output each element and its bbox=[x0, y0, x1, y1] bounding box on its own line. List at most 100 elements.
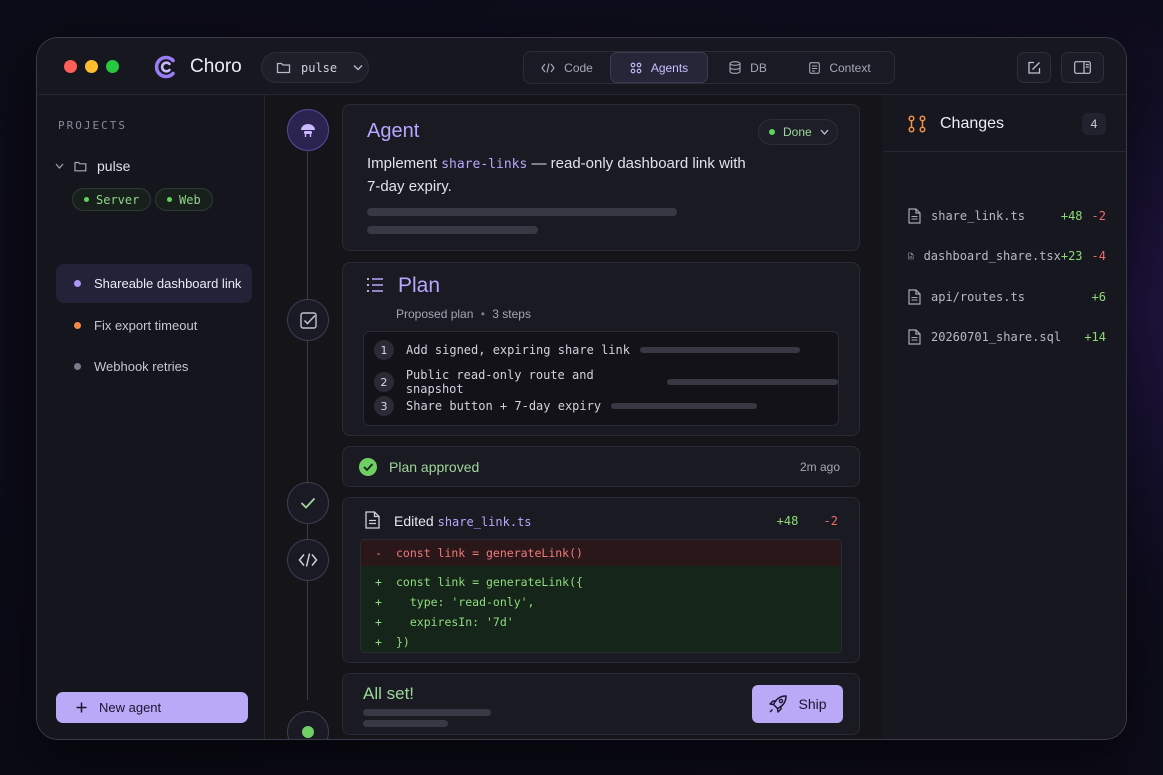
approved-time: 2m ago bbox=[799, 460, 840, 474]
sidebar-item-webhook-retries[interactable]: Webhook retries bbox=[56, 347, 252, 386]
minimize-window-button[interactable] bbox=[85, 60, 98, 73]
database-icon bbox=[729, 61, 741, 74]
status-dot bbox=[74, 363, 81, 370]
projects-heading: PROJECTS bbox=[58, 119, 127, 132]
done-dot bbox=[302, 726, 314, 738]
timeline-node-approved bbox=[287, 482, 329, 524]
status-dot bbox=[769, 129, 775, 135]
status-dot bbox=[167, 197, 172, 202]
tab-db[interactable]: DB bbox=[708, 52, 788, 83]
approved-text: Plan approved bbox=[389, 458, 480, 475]
check-circle-icon bbox=[359, 457, 377, 476]
timeline-node-plan bbox=[287, 299, 329, 341]
project-tree-item[interactable]: pulse bbox=[55, 158, 130, 174]
diff-code: type: 'read-only', bbox=[396, 595, 535, 609]
plan-step: 1 Add signed, expiring share link bbox=[374, 340, 800, 360]
file-icon bbox=[365, 511, 380, 529]
loading-bar bbox=[367, 226, 538, 234]
loading-bar bbox=[363, 720, 448, 727]
loading-bar bbox=[363, 709, 491, 716]
sidebar: PROJECTS pulse Server Web Shareable dash… bbox=[37, 95, 265, 739]
diff-line-added: + const link = generateLink({ bbox=[361, 572, 841, 592]
edit-icon bbox=[1028, 61, 1041, 74]
ship-button[interactable]: Ship bbox=[752, 685, 843, 723]
plan-subtitle-text: Proposed plan bbox=[396, 307, 474, 321]
diff-code: const link = generateLink({ bbox=[396, 575, 583, 589]
changed-file-item[interactable]: share_link.ts +48 -2 bbox=[908, 208, 1106, 224]
status-dot bbox=[74, 280, 81, 287]
timeline-node-agent bbox=[287, 109, 329, 151]
file-lines-added: +23 bbox=[1060, 249, 1083, 263]
status-dropdown[interactable]: Done bbox=[758, 119, 838, 145]
toggle-panel-button[interactable] bbox=[1061, 52, 1104, 83]
step-number: 1 bbox=[374, 340, 394, 360]
file-name: dashboard_share.tsx bbox=[923, 249, 1061, 263]
code-diff: - const link = generateLink() + const lin… bbox=[360, 539, 842, 653]
check-icon bbox=[300, 497, 316, 509]
loading-bar bbox=[367, 208, 677, 216]
status-dot bbox=[74, 322, 81, 329]
agent-card: Agent Done Implement share-links — read-… bbox=[342, 104, 860, 251]
file-icon bbox=[908, 208, 921, 224]
tab-db-label: DB bbox=[750, 60, 767, 75]
agents-icon bbox=[630, 62, 642, 73]
diff-added-block: + const link = generateLink({ + type: 're… bbox=[361, 566, 841, 652]
diff-line-removed: - const link = generateLink() bbox=[361, 540, 841, 566]
close-window-button[interactable] bbox=[64, 60, 77, 73]
diff-sign: + bbox=[375, 575, 382, 589]
project-name: pulse bbox=[97, 158, 131, 174]
compose-button[interactable] bbox=[1017, 52, 1051, 83]
file-lines-added: +48 bbox=[1060, 209, 1083, 223]
tab-context[interactable]: Context bbox=[788, 52, 892, 83]
changed-file-item[interactable]: 20260701_share.sql +14 bbox=[908, 329, 1106, 345]
timeline-rail bbox=[307, 125, 308, 700]
sidebar-item-label: Webhook retries bbox=[94, 359, 189, 374]
panel-icon bbox=[1074, 61, 1091, 74]
folder-icon bbox=[276, 62, 291, 74]
plan-step: 2 Public read-only route and snapshot bbox=[374, 368, 838, 396]
checkbox-icon bbox=[299, 311, 317, 329]
diff-code: const link = generateLink() bbox=[396, 546, 583, 560]
file-name: share_link.ts bbox=[931, 209, 1025, 223]
maximize-window-button[interactable] bbox=[106, 60, 119, 73]
choro-logo-icon bbox=[154, 55, 175, 79]
agent-timeline: Agent Done Implement share-links — read-… bbox=[265, 95, 883, 739]
sidebar-item-fix-export-timeout[interactable]: Fix export timeout bbox=[56, 306, 252, 345]
chevron-down-icon bbox=[820, 129, 829, 135]
changed-file-item[interactable]: api/routes.ts +6 bbox=[908, 289, 1106, 305]
sidebar-item-shareable-dashboard-link[interactable]: Shareable dashboard link bbox=[56, 264, 252, 303]
file-lines-added: +14 bbox=[1084, 330, 1106, 344]
edit-card: Edited share_link.ts +48 -2 - const link… bbox=[342, 497, 860, 663]
tab-code-label: Code bbox=[564, 60, 593, 75]
changed-file-item[interactable]: dashboard_share.tsx +23 -4 bbox=[908, 248, 1106, 264]
file-lines-removed: -2 bbox=[1091, 209, 1106, 223]
loading-bar bbox=[611, 403, 758, 409]
view-tabs: Code Agents DB Context bbox=[523, 51, 895, 84]
agent-title: Agent bbox=[367, 120, 420, 142]
diff-line-added: + expiresIn: '7d' bbox=[361, 612, 841, 632]
service-label: Server bbox=[96, 192, 140, 207]
diff-sign: + bbox=[375, 635, 382, 649]
sidebar-item-label: Shareable dashboard link bbox=[94, 276, 242, 291]
plan-approved-card: Plan approved 2m ago bbox=[342, 446, 860, 487]
chevron-down-icon bbox=[55, 163, 64, 169]
edit-title: Edited share_link.ts bbox=[394, 513, 532, 529]
lines-added: +48 bbox=[776, 514, 799, 528]
diff-code: expiresIn: '7d' bbox=[396, 615, 514, 629]
edit-file-name: share_link.ts bbox=[437, 515, 532, 529]
tab-code[interactable]: Code bbox=[524, 52, 610, 83]
service-pill-server[interactable]: Server bbox=[72, 188, 152, 211]
tab-agents[interactable]: Agents bbox=[610, 52, 708, 83]
diff-line-added: + type: 'read-only', bbox=[361, 592, 841, 612]
file-name: 20260701_share.sql bbox=[931, 330, 1062, 344]
new-agent-button[interactable]: New agent bbox=[56, 692, 248, 723]
step-number: 3 bbox=[374, 396, 394, 416]
lines-removed: -2 bbox=[823, 514, 838, 528]
plan-subtitle: Proposed plan • 3 steps bbox=[396, 307, 531, 321]
edit-title-text: Edited bbox=[394, 513, 434, 529]
tab-context-label: Context bbox=[829, 60, 871, 75]
changes-title: Changes bbox=[940, 115, 1005, 132]
step-text: Add signed, expiring share link bbox=[406, 343, 630, 357]
project-selector[interactable]: pulse bbox=[261, 52, 369, 83]
service-pill-web[interactable]: Web bbox=[155, 188, 213, 211]
